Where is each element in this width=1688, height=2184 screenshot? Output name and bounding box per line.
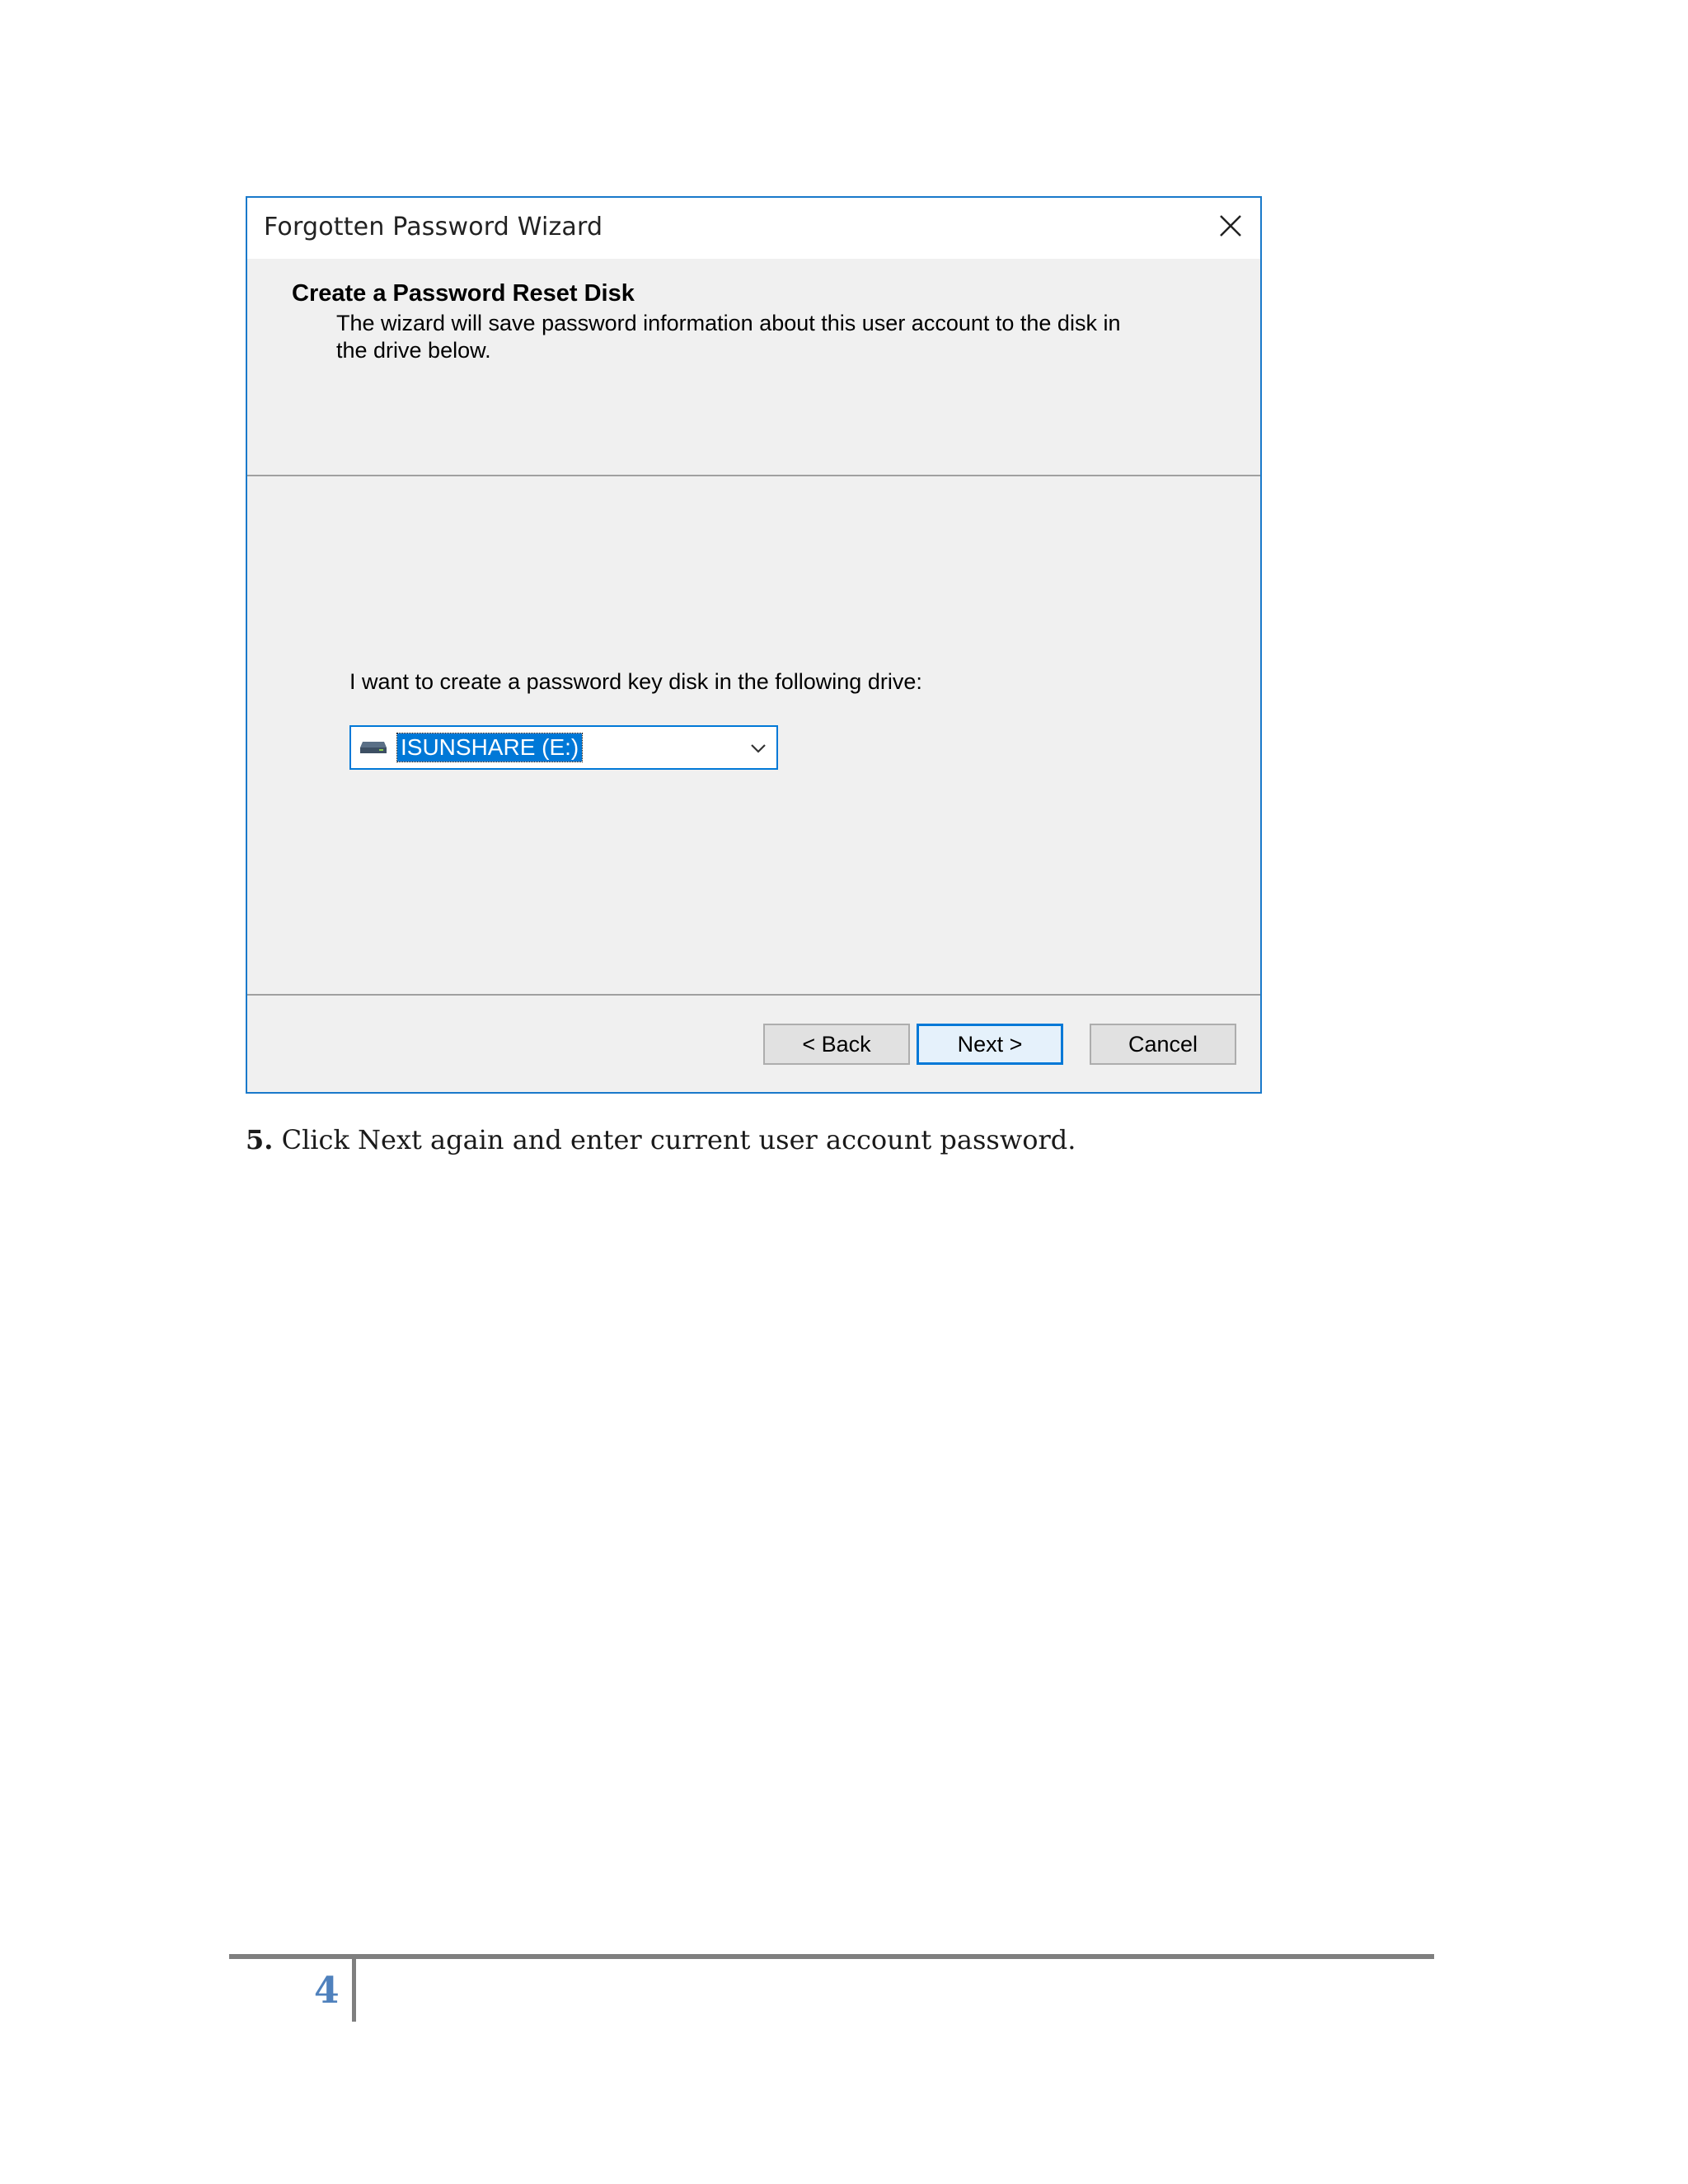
page-footer-rule xyxy=(229,1954,1434,1959)
wizard-header: Create a Password Reset Disk The wizard … xyxy=(247,259,1260,476)
wizard-button-bar: < Back Next > Cancel xyxy=(247,994,1260,1092)
drive-select-dropdown[interactable]: ISUNSHARE (E:) xyxy=(349,725,778,770)
back-button[interactable]: < Back xyxy=(763,1024,910,1065)
wizard-step-title: Create a Password Reset Disk xyxy=(292,280,635,307)
window-title: Forgotten Password Wizard xyxy=(264,213,603,241)
step-description: Click Next again and enter current user … xyxy=(273,1124,1076,1155)
chevron-down-icon xyxy=(751,744,766,753)
wizard-content: I want to create a password key disk in … xyxy=(247,476,1260,994)
usb-drive-icon xyxy=(360,742,387,753)
drive-prompt-label: I want to create a password key disk in … xyxy=(349,669,922,694)
step-number: 5. xyxy=(246,1124,274,1155)
wizard-step-description: The wizard will save password informatio… xyxy=(336,311,1121,363)
page-number-divider xyxy=(352,1959,356,2022)
next-button[interactable]: Next > xyxy=(917,1024,1063,1065)
forgotten-password-wizard-dialog: Forgotten Password Wizard Create a Passw… xyxy=(246,196,1262,1094)
close-icon xyxy=(1220,215,1241,237)
step-instruction: 5. Click Next again and enter current us… xyxy=(246,1124,1076,1155)
title-bar: Forgotten Password Wizard xyxy=(247,198,1260,259)
selected-drive-value: ISUNSHARE (E:) xyxy=(396,733,584,762)
cancel-button[interactable]: Cancel xyxy=(1090,1024,1236,1065)
close-button[interactable] xyxy=(1207,203,1254,249)
page-number: 4 xyxy=(314,1970,340,2012)
